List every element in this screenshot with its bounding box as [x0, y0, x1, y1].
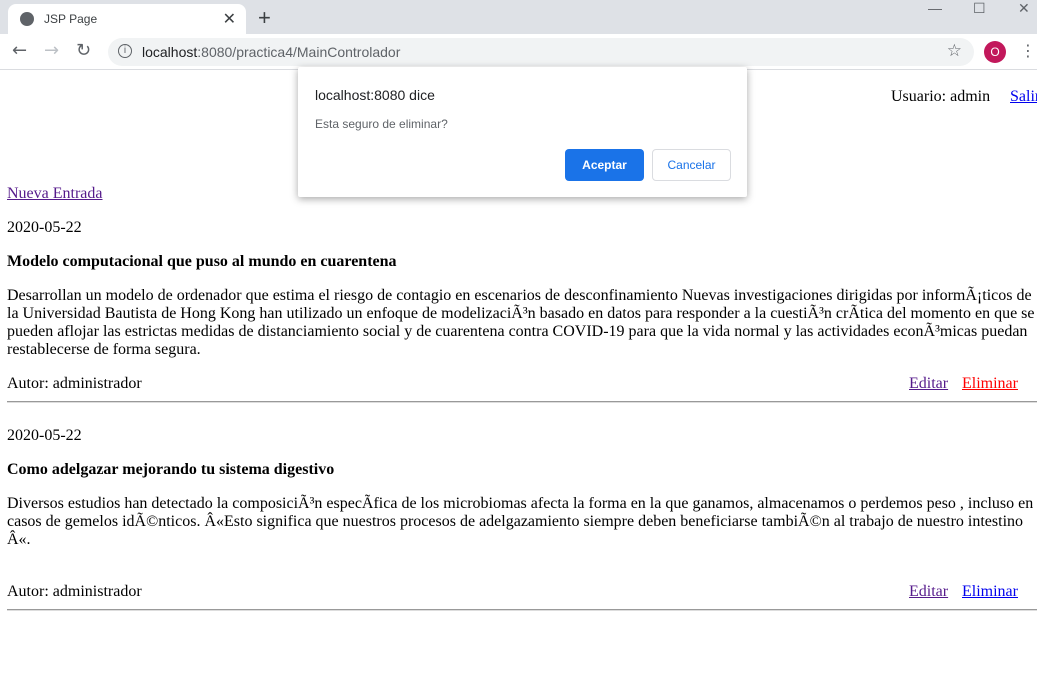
post-date: 2020-05-22 — [7, 427, 82, 444]
browser-toolbar: ← → ↻ i localhost:8080/practica4/MainCon… — [0, 34, 1037, 70]
post-author: Autor: administrador — [7, 375, 142, 392]
tab-title: JSP Page — [44, 12, 98, 26]
divider — [7, 401, 1037, 403]
reload-icon[interactable]: ↻ — [76, 40, 91, 61]
user-label: Usuario: admin — [891, 88, 991, 105]
forward-icon[interactable]: → — [44, 40, 59, 61]
close-window-button[interactable]: ✕ — [1018, 0, 1030, 17]
close-tab-icon[interactable]: ✕ — [223, 9, 236, 29]
cancel-button[interactable]: Cancelar — [652, 149, 731, 181]
url-host: localhost — [142, 44, 198, 60]
address-bar[interactable]: i localhost:8080/practica4/MainControlad… — [108, 38, 974, 66]
back-icon[interactable]: ← — [12, 40, 27, 61]
post-title: Como adelgazar mejorando tu sistema dige… — [7, 461, 335, 478]
post-date: 2020-05-22 — [7, 219, 82, 236]
dialog-title: localhost:8080 dice — [315, 87, 435, 103]
info-icon[interactable]: i — [118, 44, 132, 58]
dialog-message: Esta seguro de eliminar? — [315, 117, 448, 131]
globe-icon — [20, 12, 34, 26]
browser-tab[interactable]: JSP Page ✕ — [8, 4, 246, 34]
maximize-button[interactable]: ☐ — [973, 0, 986, 17]
edit-link[interactable]: Editar — [909, 583, 948, 601]
post-author: Autor: administrador — [7, 583, 142, 600]
edit-link[interactable]: Editar — [909, 375, 948, 393]
divider — [7, 609, 1037, 611]
tab-strip: JSP Page ✕ + — ☐ ✕ — [0, 0, 1037, 34]
confirm-dialog: localhost:8080 dice Esta seguro de elimi… — [298, 67, 747, 197]
delete-link[interactable]: Eliminar — [962, 375, 1018, 393]
post-body: Diversos estudios han detectado la compo… — [7, 495, 1034, 548]
more-menu-icon[interactable]: ⋮ — [1020, 41, 1036, 60]
profile-avatar[interactable]: O — [984, 41, 1006, 63]
post-title: Modelo computacional que puso al mundo e… — [7, 253, 397, 270]
new-tab-button[interactable]: + — [258, 5, 271, 31]
minimize-button[interactable]: — — [928, 0, 942, 16]
new-entry-link[interactable]: Nueva Entrada — [7, 185, 103, 203]
url-path: :8080/practica4/MainControlador — [197, 44, 401, 60]
delete-link[interactable]: Eliminar — [962, 583, 1018, 601]
accept-button[interactable]: Aceptar — [565, 149, 644, 181]
logout-link[interactable]: Salir — [1010, 88, 1037, 106]
bookmark-star-icon[interactable]: ☆ — [947, 41, 962, 61]
post-body: Desarrollan un modelo de ordenador que e… — [7, 287, 1035, 358]
